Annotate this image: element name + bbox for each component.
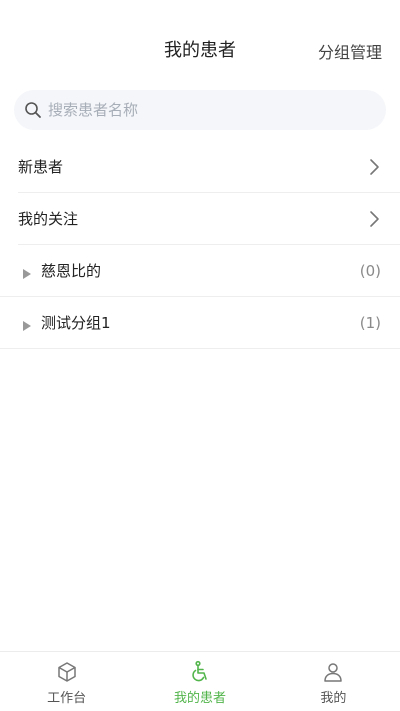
group-count: (1)	[359, 313, 381, 332]
chevron-right-icon	[368, 210, 380, 228]
patient-list: 新患者 我的关注 慈恩比的 (0) 测试分组1 (1)	[0, 141, 400, 349]
group-name: 测试分组1	[41, 314, 111, 332]
search-icon	[24, 101, 42, 119]
chevron-right-icon	[368, 158, 380, 176]
wheelchair-icon	[188, 660, 212, 684]
tab-workbench[interactable]: 工作台	[0, 652, 133, 711]
group-item[interactable]: 慈恩比的 (0)	[0, 245, 400, 297]
group-name: 慈恩比的	[41, 262, 102, 280]
tab-label: 我的	[320, 691, 347, 706]
nav-item-label: 新患者	[18, 158, 64, 176]
tab-label: 工作台	[47, 691, 87, 706]
tab-my-patients[interactable]: 我的患者	[133, 652, 266, 711]
cube-icon	[55, 660, 79, 684]
search-bar[interactable]	[14, 90, 386, 130]
nav-item-label: 我的关注	[18, 210, 79, 228]
triangle-right-icon	[22, 317, 32, 331]
person-icon	[321, 660, 345, 684]
top-header: 我的患者 分组管理	[0, 0, 400, 86]
search-input[interactable]	[48, 101, 368, 119]
group-manage-button[interactable]: 分组管理	[318, 39, 382, 63]
tab-mine[interactable]: 我的	[267, 652, 400, 711]
my-follows-item[interactable]: 我的关注	[18, 193, 400, 245]
triangle-right-icon	[22, 265, 32, 279]
tab-label: 我的患者	[173, 691, 226, 706]
group-item[interactable]: 测试分组1 (1)	[0, 297, 400, 349]
bottom-tab-bar: 工作台 我的患者 我的	[0, 651, 400, 711]
new-patients-item[interactable]: 新患者	[18, 141, 400, 193]
group-count: (0)	[359, 261, 381, 280]
